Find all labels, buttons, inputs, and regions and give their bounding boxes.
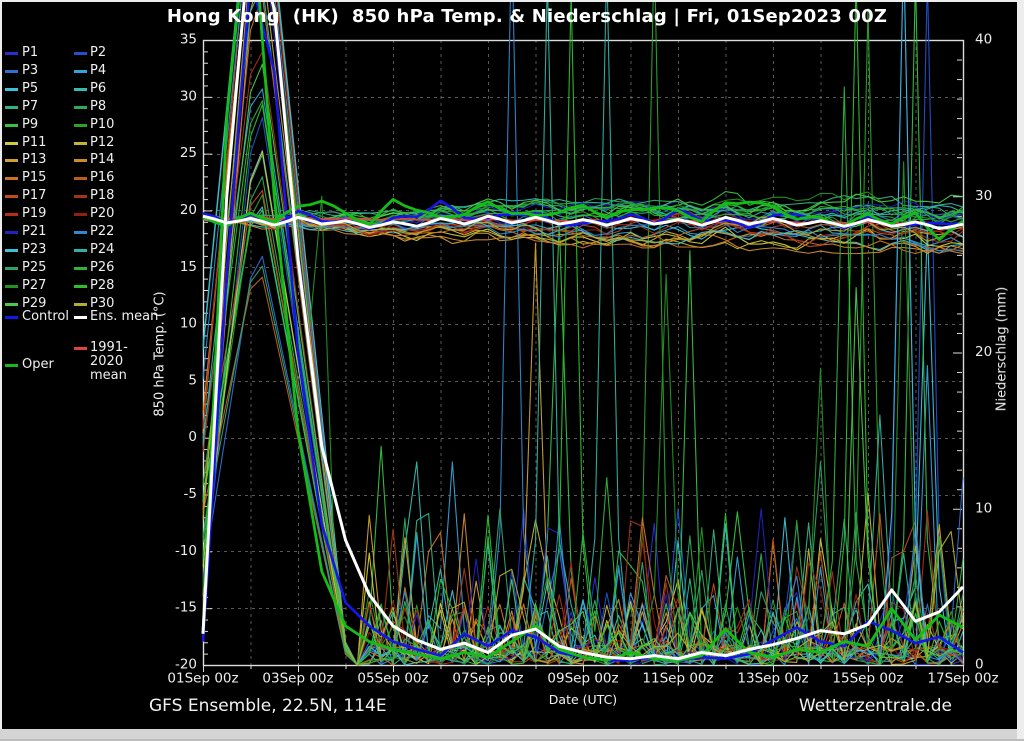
legend-item-p10: P10 [90, 118, 114, 132]
legend-swatch-control [5, 316, 18, 319]
legend-swatch-p24 [74, 249, 87, 252]
legend-swatch-p6 [74, 88, 87, 91]
legend-item-p23: P23 [22, 243, 46, 257]
legend-item-p22: P22 [90, 225, 114, 239]
legend-swatch-p1 [5, 52, 18, 55]
chart-title: Hong Kong (HK) 850 hPa Temp. & Niedersch… [42, 6, 1012, 27]
legend-swatch-p22 [74, 231, 87, 234]
legend-item-control: Control [22, 310, 69, 324]
legend-swatch-p2 [74, 52, 87, 55]
legend-item-p6: P6 [90, 82, 106, 96]
legend-item-p14: P14 [90, 153, 114, 167]
legend-swatch-p10 [74, 124, 87, 127]
legend-swatch-p17 [5, 195, 18, 198]
chart-panel: Hong Kong (HK) 850 hPa Temp. & Niedersch… [2, 2, 1017, 729]
legend-item-p20: P20 [90, 207, 114, 221]
legend-item-p27: P27 [22, 279, 46, 293]
legend-swatch-p21 [5, 231, 18, 234]
legend-swatch-p3 [5, 70, 18, 73]
legend-swatch-p13 [5, 159, 18, 162]
legend-swatch-p8 [74, 106, 87, 109]
legend-item-p4: P4 [90, 64, 106, 78]
legend-item-p16: P16 [90, 171, 114, 185]
legend-item-p2: P2 [90, 46, 106, 60]
legend-item-p26: P26 [90, 261, 114, 275]
footer-site: Wetterzentrale.de [770, 696, 952, 716]
legend-item-oper: Oper [22, 358, 54, 372]
legend-swatch-p26 [74, 267, 87, 270]
legend-swatch-p16 [74, 177, 87, 180]
legend-swatch-p23 [5, 249, 18, 252]
legend-item-p9: P9 [22, 118, 38, 132]
legend-item-p19: P19 [22, 207, 46, 221]
legend-item-ens-mean: Ens. mean [90, 310, 158, 324]
legend-swatch-p27 [5, 285, 18, 288]
legend-item-p13: P13 [22, 153, 46, 167]
legend-item-p8: P8 [90, 100, 106, 114]
legend-swatch-p15 [5, 177, 18, 180]
legend-item-p24: P24 [90, 243, 114, 257]
legend-swatch-p29 [5, 303, 18, 306]
legend-item-p11: P11 [22, 136, 46, 150]
legend-swatch-p11 [5, 142, 18, 145]
legend-swatch-p12 [74, 142, 87, 145]
legend-swatch-p20 [74, 213, 87, 216]
legend-item-p1: P1 [22, 46, 38, 60]
page-margin-right [1017, 0, 1024, 739]
legend-swatch-p7 [5, 106, 18, 109]
legend-swatch-p14 [74, 159, 87, 162]
legend-item-1991-2020-mean: 1991-2020 mean [90, 341, 160, 383]
legend-item-p3: P3 [22, 64, 38, 78]
legend-item-p18: P18 [90, 189, 114, 203]
legend-item-p5: P5 [22, 82, 38, 96]
legend-item-p21: P21 [22, 225, 46, 239]
legend-swatch-oper [5, 364, 18, 367]
legend-swatch-p5 [5, 88, 18, 91]
legend-item-p25: P25 [22, 261, 46, 275]
legend-item-p7: P7 [22, 100, 38, 114]
y-right-axis-title: Niederschlag (mm) [995, 287, 1010, 412]
legend-swatch-p4 [74, 70, 87, 73]
legend-item-p28: P28 [90, 279, 114, 293]
legend: P1 P2 P3 P4 P5 P6 P7 P8 P9 P10 P11 P12 P13 P14 P15 P16 P… [2, 2, 202, 422]
page-margin-bottom [0, 729, 1024, 741]
legend-swatch-p18 [74, 195, 87, 198]
legend-swatch-p25 [5, 267, 18, 270]
legend-swatch-p19 [5, 213, 18, 216]
legend-swatch-p28 [74, 285, 87, 288]
legend-swatch-p30 [74, 303, 87, 306]
legend-swatch-ens-mean [74, 316, 87, 319]
legend-item-p12: P12 [90, 136, 114, 150]
page: { "title": "Hong Kong (HK) 850 hPa Temp.… [0, 0, 1024, 739]
footer-model-location: GFS Ensemble, 22.5N, 114E [149, 696, 387, 716]
legend-item-p15: P15 [22, 171, 46, 185]
legend-swatch-1991-2020-mean [74, 347, 87, 350]
x-axis-title: Date (UTC) [549, 692, 617, 707]
legend-item-p17: P17 [22, 189, 46, 203]
legend-swatch-p9 [5, 124, 18, 127]
